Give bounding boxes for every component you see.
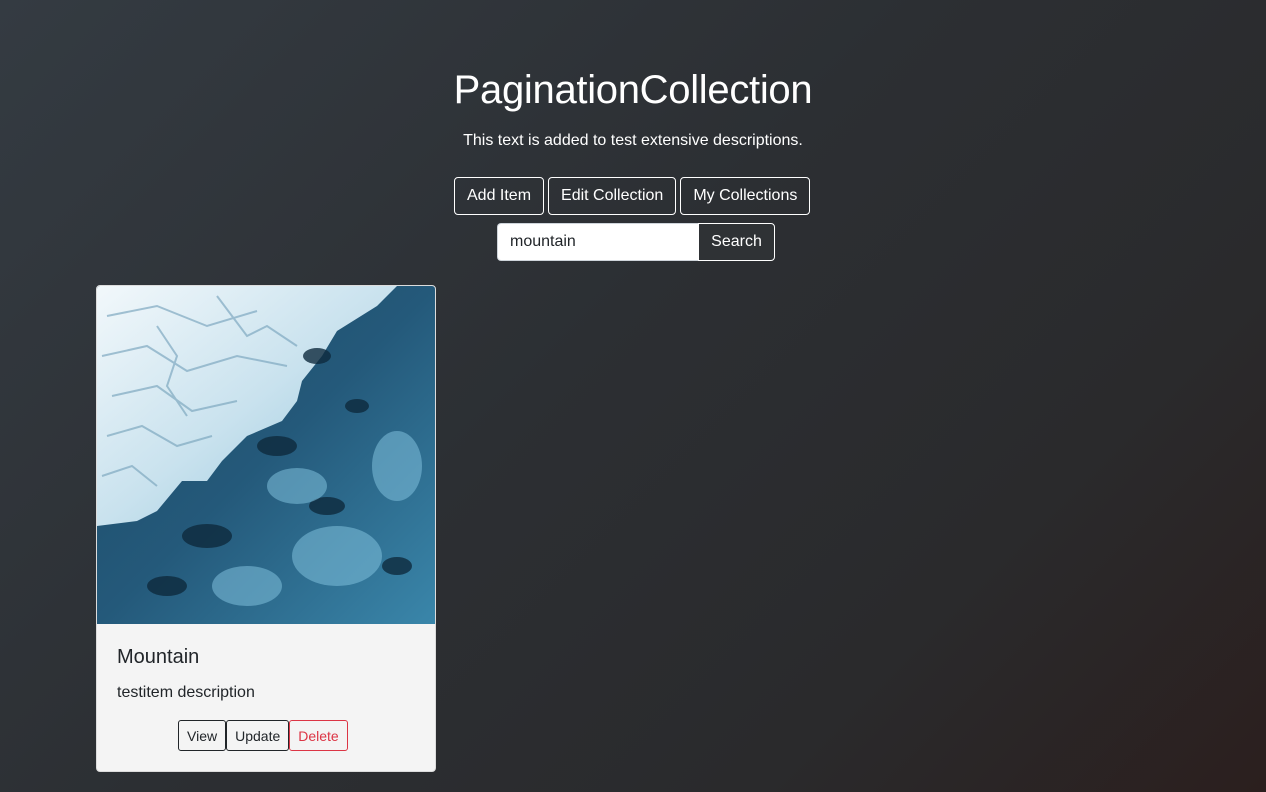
view-button[interactable]: View xyxy=(178,720,227,751)
add-item-button[interactable]: Add Item xyxy=(454,177,545,215)
item-card: Mountain testitem description View Updat… xyxy=(96,285,436,772)
delete-button[interactable]: Delete xyxy=(289,720,348,751)
item-title: Mountain xyxy=(117,646,200,668)
update-button[interactable]: Update xyxy=(226,720,290,751)
item-actions: View Update Delete xyxy=(178,720,348,751)
search-input[interactable] xyxy=(497,223,698,261)
page-description: This text is added to test extensive des… xyxy=(463,132,803,149)
edit-collection-button[interactable]: Edit Collection xyxy=(548,177,677,215)
item-image xyxy=(97,286,435,624)
collection-actions: Add Item Edit Collection My Collections xyxy=(454,177,811,215)
search-button[interactable]: Search xyxy=(698,223,775,261)
page-title: PaginationCollection xyxy=(453,68,813,112)
item-description: testitem description xyxy=(117,684,255,701)
my-collections-button[interactable]: My Collections xyxy=(680,177,811,215)
search-form: Search xyxy=(497,223,775,261)
